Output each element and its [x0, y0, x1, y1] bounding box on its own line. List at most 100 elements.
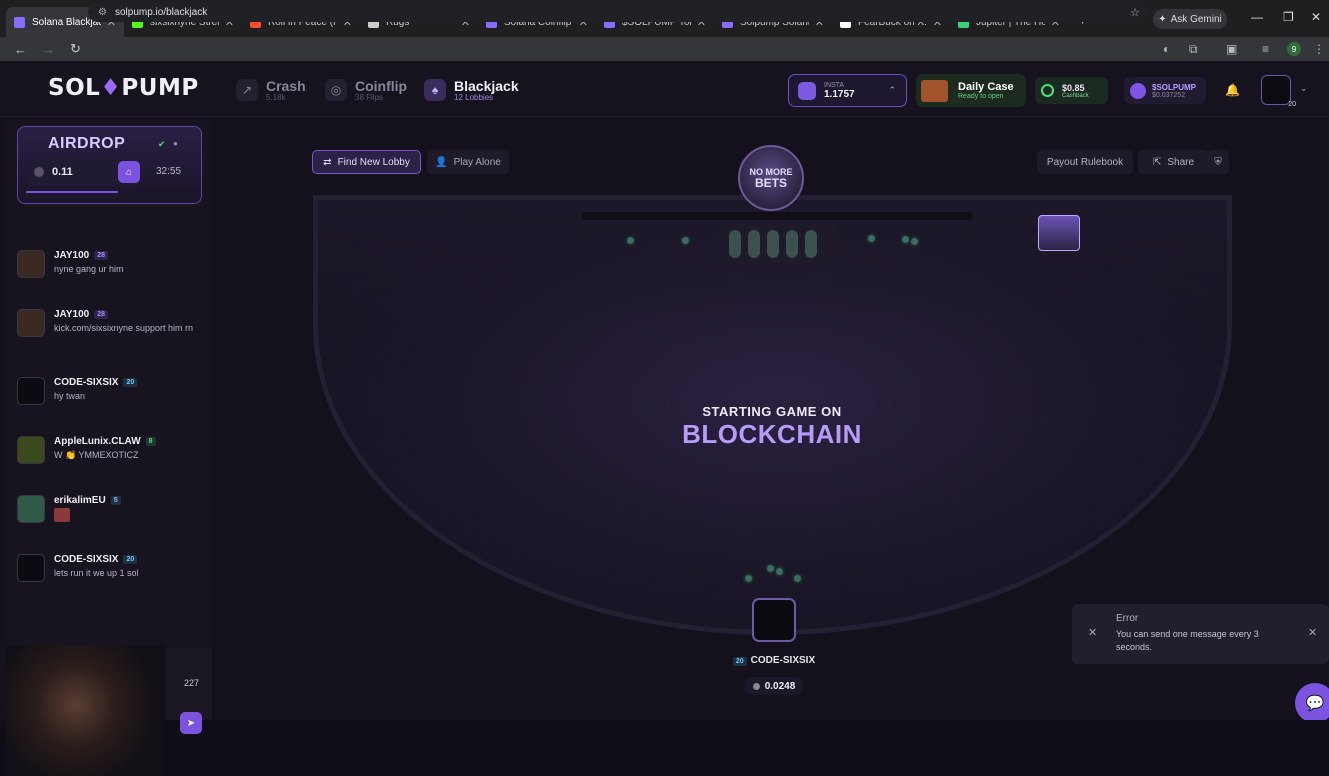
gift-icon: ⌂ — [125, 166, 133, 178]
chat-list: JAY100 28 nyne gang ur him JAY100 28 kick.com… — [16, 247, 212, 610]
url-text: solpump.io/blackjack — [114, 6, 208, 18]
wallet-icon — [798, 81, 816, 100]
extension-icon[interactable]: ◐ — [1163, 42, 1170, 56]
shield-icon: ⛨ — [1214, 156, 1222, 168]
chevron-up-icon: ⌃ — [888, 85, 896, 95]
close-window-icon[interactable]: ✕ — [1311, 10, 1321, 24]
user-level: 20 — [1288, 101, 1296, 108]
chat-username-text: JAY100 — [54, 250, 90, 261]
nav-coinflip[interactable]: ◎ Coinflip 38 Flips — [325, 76, 407, 104]
nav-crash[interactable]: ↗ Crash 5.18k — [236, 76, 306, 104]
send-message-button[interactable]: ➤ — [180, 712, 202, 734]
chat-avatar[interactable] — [17, 309, 45, 337]
reload-icon[interactable]: ↻ — [70, 41, 84, 57]
extensions-puzzle-icon[interactable]: ⧉ — [1189, 42, 1198, 57]
share-label: Share — [1167, 156, 1195, 168]
chat-text: hy twan — [54, 391, 86, 401]
forward-icon[interactable]: → — [42, 42, 56, 57]
chat-avatar[interactable] — [17, 377, 45, 405]
payout-rulebook-button[interactable]: Payout Rulebook — [1037, 150, 1133, 174]
send-icon: ➤ — [186, 717, 196, 729]
chat-avatar[interactable] — [17, 495, 45, 523]
chat-username[interactable]: AppleLunix.CLAW 8 — [54, 436, 156, 447]
game-status: STARTING GAME ON BLOCKCHAIN — [632, 404, 912, 450]
nav-coinflip-title: Coinflip — [355, 77, 408, 94]
chat-user-level: 8 — [145, 436, 156, 446]
bell-icon[interactable]: 🔔 — [1225, 83, 1240, 97]
minimize-icon[interactable]: — — [1251, 10, 1263, 24]
insta-balance-button[interactable]: INSTA 1.1757 ⌃ — [788, 74, 907, 107]
cashback-value: $0.85 — [1062, 82, 1085, 93]
player-avatar[interactable] — [752, 598, 796, 642]
url-field[interactable]: ⚙ solpump.io/blackjack ☆ — [88, 2, 1148, 22]
status-line-1: STARTING GAME ON — [702, 404, 842, 419]
maximize-icon[interactable]: ❐ — [1283, 10, 1294, 24]
cashback-icon — [1041, 84, 1054, 97]
chat-avatar[interactable] — [17, 554, 45, 582]
token-price: $0.037252 — [1152, 91, 1186, 99]
gemini-icon: ✦ — [1158, 13, 1167, 25]
chat-username[interactable]: erikalimEU 5 — [54, 495, 121, 506]
bookmark-star-icon[interactable]: ☆ — [1130, 6, 1140, 19]
no-more-bets-badge: NO MORE BETS — [738, 145, 804, 211]
player-chip — [792, 573, 803, 584]
daily-case-button[interactable]: Daily Case Ready to open — [916, 74, 1026, 107]
cashback-label: Cashback — [1062, 92, 1089, 99]
chat-bubble-icon: 💬 — [1305, 695, 1325, 712]
chat-avatar[interactable] — [17, 436, 45, 464]
site-header: SOL♦PUMP ↗ Crash 5.18k ◎ Coinflip 38 Flips… — [0, 61, 1329, 117]
player-level: 20 — [732, 657, 747, 666]
back-icon[interactable]: ← — [14, 42, 28, 57]
find-new-lobby-button[interactable]: ⇄ Find New Lobby — [312, 150, 421, 174]
share-button[interactable]: ⇱ Share — [1138, 150, 1209, 174]
solpump-logo[interactable]: SOL♦PUMP — [48, 75, 199, 101]
daily-case-title: Daily Case — [958, 81, 1014, 93]
ask-gemini-button[interactable]: ✦ Ask Gemini — [1153, 9, 1227, 29]
chat-text: W 👏 YMMEXOTICZ — [54, 450, 139, 460]
player-name-text: CODE-SIXSIX — [750, 655, 816, 666]
sol-coin-icon — [752, 682, 760, 690]
close-icon[interactable]: ✕ — [1088, 626, 1097, 639]
chat-username[interactable]: CODE-SIXSIX 20 — [54, 377, 138, 388]
browser-menu-icon[interactable]: ⋮ — [1313, 42, 1325, 56]
player-bet: 0.0248 — [744, 677, 804, 695]
error-toast: ✕ Error You can send one message every 3… — [1072, 604, 1329, 664]
daily-case-sub: Ready to open — [958, 93, 1004, 100]
airdrop-progress-bar — [26, 191, 118, 193]
chevron-down-icon[interactable]: ⌄ — [1300, 83, 1308, 94]
close-icon[interactable]: ✕ — [1308, 626, 1317, 639]
side-panel-icon[interactable]: ▣ — [1226, 42, 1237, 56]
seat-chip — [909, 236, 920, 247]
info-icon[interactable]: ● — [173, 139, 178, 148]
chat-username[interactable]: JAY100 28 — [54, 250, 109, 261]
logo-flame-icon: ♦ — [100, 75, 122, 101]
chat-username[interactable]: CODE-SIXSIX 20 — [54, 554, 138, 565]
cashback-button[interactable]: $0.85 Cashback — [1035, 77, 1108, 104]
card-shoe — [719, 224, 837, 264]
nav-blackjack[interactable]: ♠ Blackjack 12 Lobbies — [424, 76, 519, 104]
discard-tray — [1038, 215, 1080, 251]
seat-chip — [625, 235, 636, 246]
chat-message: JAY100 28 kick.com/sixsixnyne support him … — [16, 306, 212, 374]
nav-blackjack-sub: 12 Lobbies — [454, 92, 494, 102]
chat-avatar[interactable] — [17, 250, 45, 278]
streamer-webcam — [6, 645, 166, 776]
play-alone-label: Play Alone — [453, 156, 501, 168]
play-alone-button[interactable]: 👤 Play Alone — [427, 150, 509, 174]
chat-username-text: erikalimEU — [54, 495, 106, 506]
coinflip-icon: ◎ — [325, 79, 347, 101]
token-price-button[interactable]: $SOLPUMP $0.037252 — [1124, 77, 1206, 104]
support-chat-button[interactable]: 💬 — [1295, 683, 1329, 720]
insta-value: 1.1757 — [824, 88, 855, 100]
profile-avatar[interactable]: 9 — [1287, 42, 1301, 56]
user-avatar[interactable]: 20 — [1261, 75, 1296, 108]
chat-user-level: 5 — [110, 495, 121, 505]
chat-username[interactable]: JAY100 28 — [54, 309, 109, 320]
airdrop-claim-button[interactable]: ⌂ — [118, 161, 140, 183]
airdrop-title: AIRDROP — [48, 135, 126, 152]
reading-list-icon[interactable]: ≡ — [1262, 42, 1269, 56]
airdrop-amount-value: 0.11 — [52, 166, 73, 178]
tab-favicon-icon — [14, 16, 25, 28]
provably-fair-button[interactable]: ⛨ — [1207, 150, 1229, 174]
site-settings-icon[interactable]: ⚙ — [98, 7, 107, 18]
